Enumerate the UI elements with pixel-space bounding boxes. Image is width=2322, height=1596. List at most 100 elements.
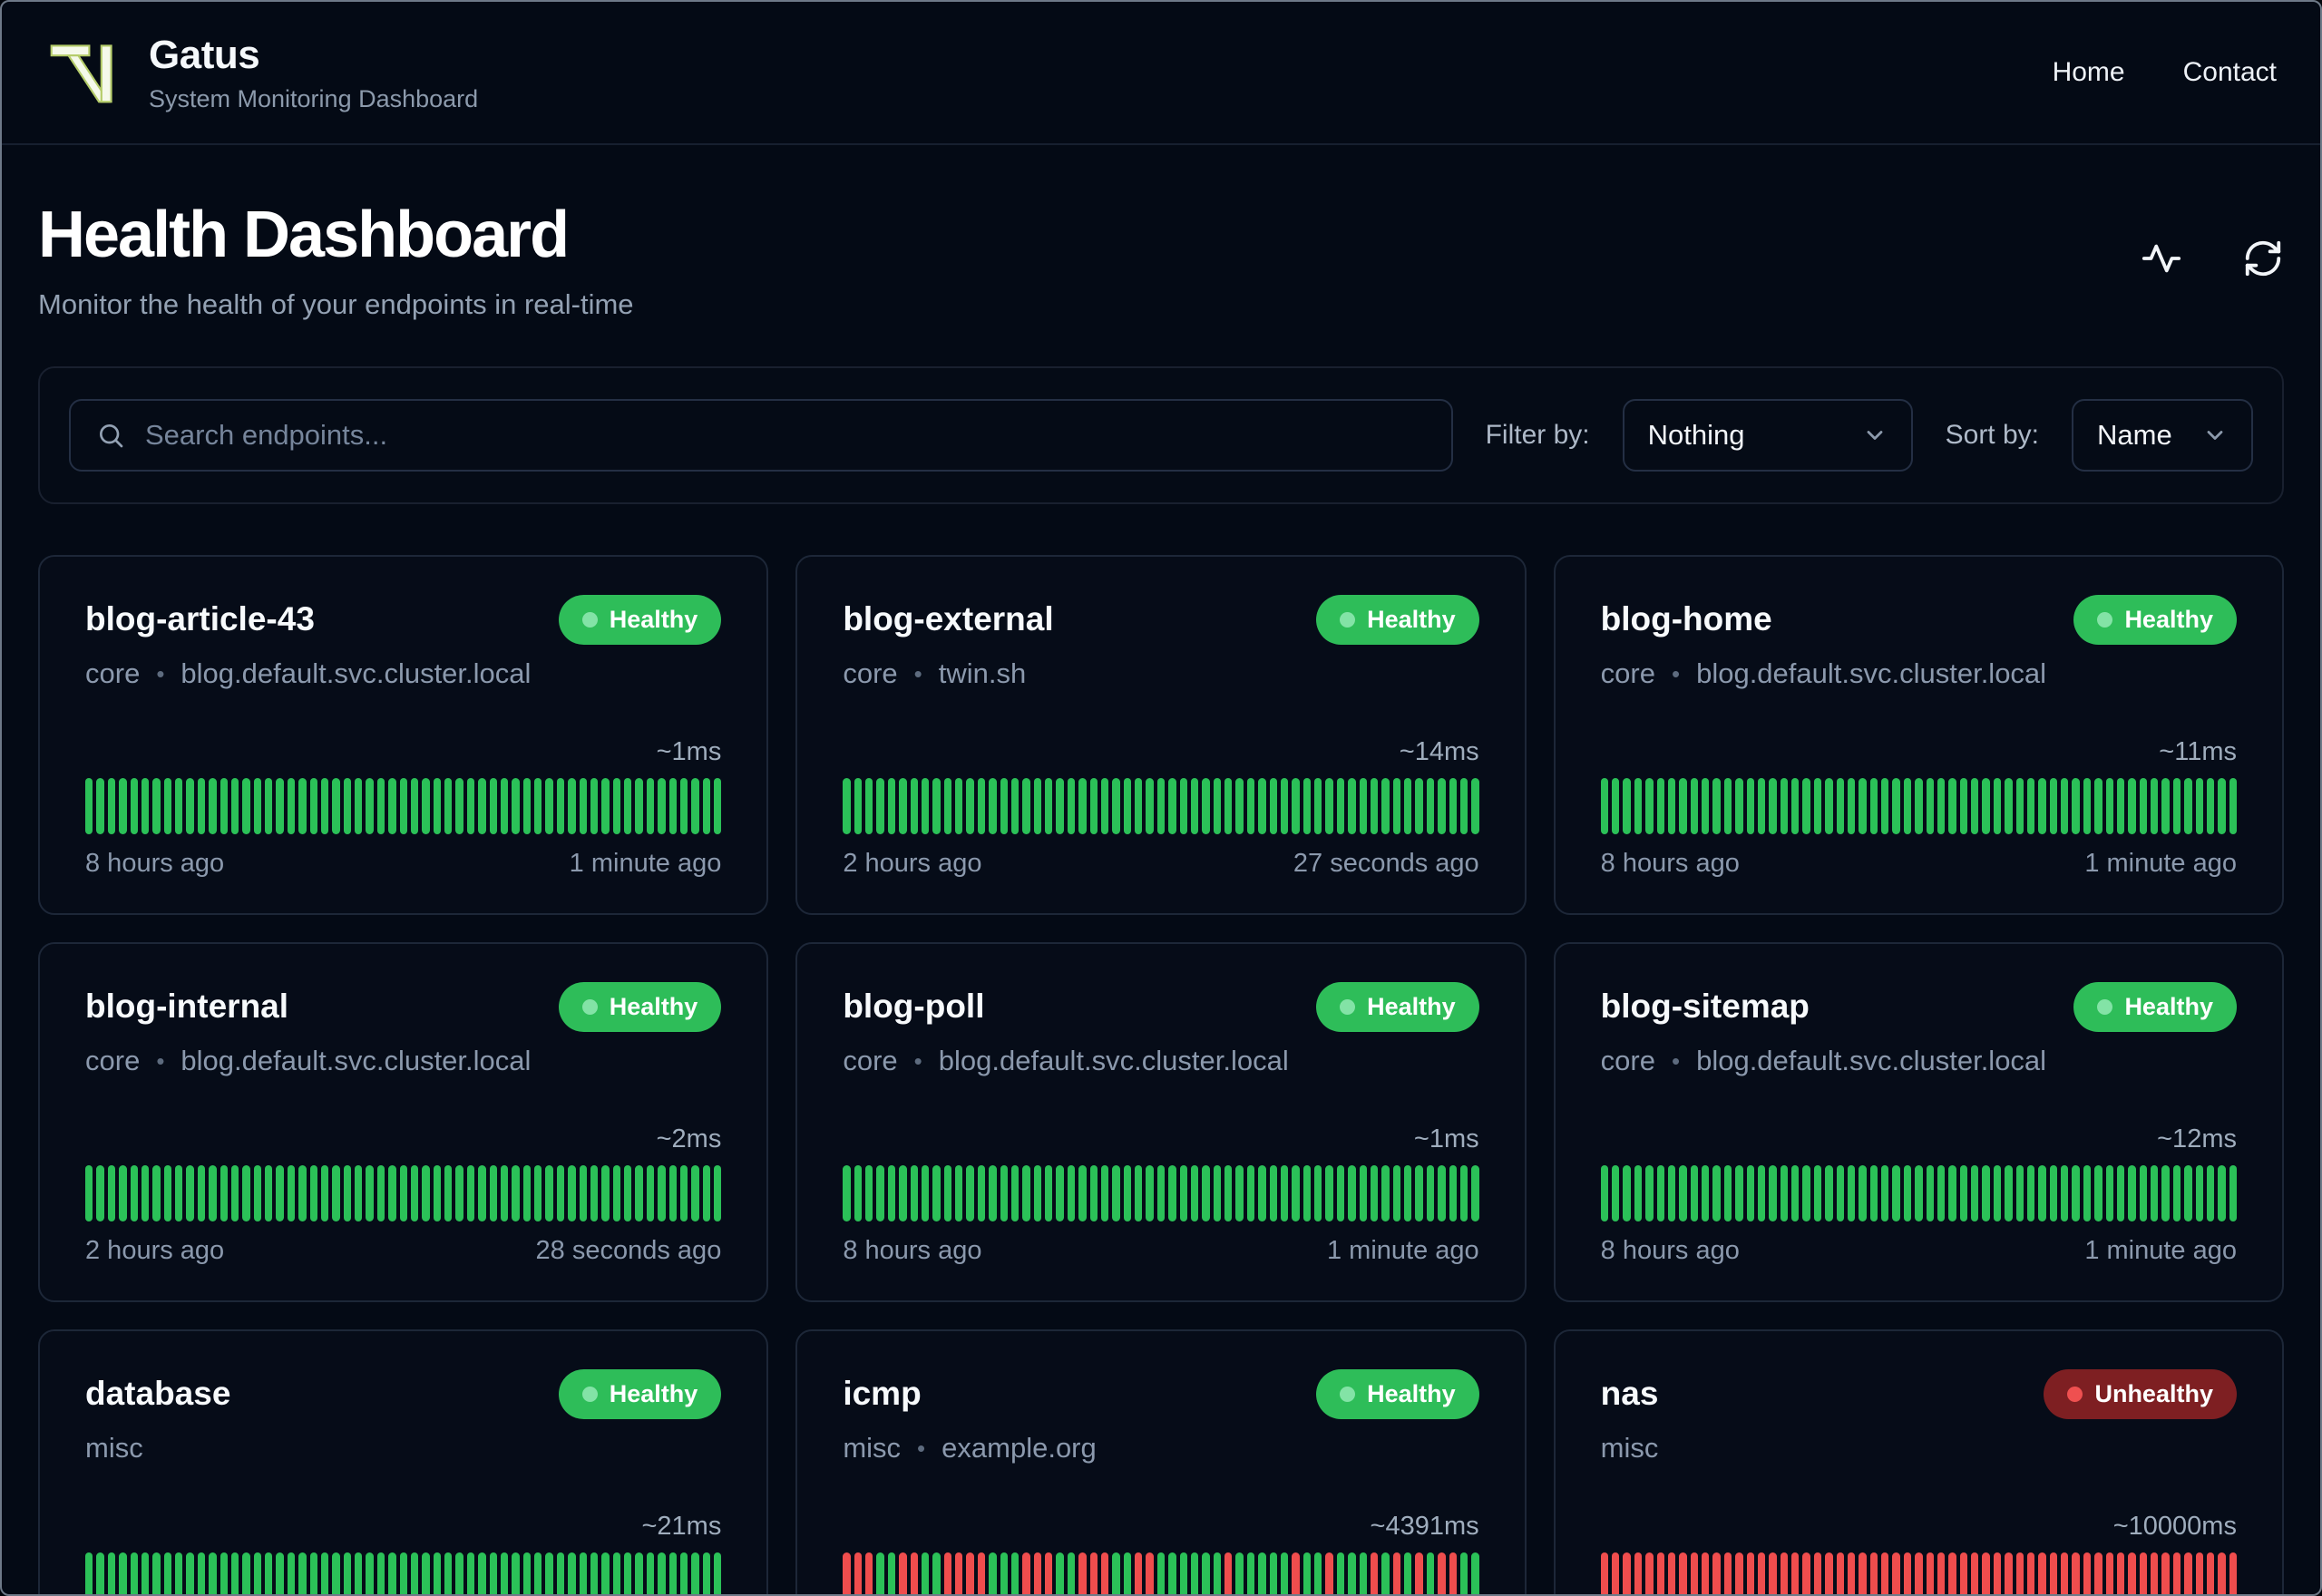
health-bar[interactable]: [343, 1165, 351, 1221]
health-bar[interactable]: [455, 1552, 463, 1594]
health-bar[interactable]: [1948, 778, 1956, 834]
health-bar[interactable]: [119, 1165, 127, 1221]
health-bar[interactable]: [388, 1165, 396, 1221]
health-bar[interactable]: [590, 1165, 599, 1221]
health-bar[interactable]: [2195, 778, 2203, 834]
health-bar[interactable]: [298, 778, 307, 834]
health-bar[interactable]: [265, 1165, 273, 1221]
health-bar[interactable]: [455, 1165, 463, 1221]
health-bar[interactable]: [966, 778, 974, 834]
health-bar[interactable]: [1656, 1165, 1664, 1221]
health-bar[interactable]: [466, 1552, 475, 1594]
health-bar[interactable]: [85, 778, 93, 834]
health-bar[interactable]: [1258, 1552, 1266, 1594]
health-bar[interactable]: [107, 1552, 116, 1594]
health-bar[interactable]: [265, 1552, 273, 1594]
health-bar[interactable]: [1757, 778, 1766, 834]
health-bar[interactable]: [466, 1165, 475, 1221]
health-bar[interactable]: [943, 778, 952, 834]
health-bar[interactable]: [2094, 1552, 2102, 1594]
health-bar[interactable]: [1459, 1165, 1468, 1221]
health-bar[interactable]: [1746, 1552, 1754, 1594]
health-bar[interactable]: [691, 1552, 699, 1594]
health-bar[interactable]: [1656, 778, 1664, 834]
health-bar[interactable]: [1757, 1552, 1766, 1594]
health-bar[interactable]: [2005, 778, 2013, 834]
health-bar[interactable]: [1146, 1552, 1154, 1594]
health-bar[interactable]: [355, 778, 363, 834]
health-bar[interactable]: [2184, 1165, 2192, 1221]
health-bar[interactable]: [500, 778, 509, 834]
health-bar[interactable]: [955, 778, 963, 834]
health-bar[interactable]: [1723, 1165, 1732, 1221]
search-box[interactable]: [69, 399, 1453, 472]
health-bar[interactable]: [1903, 1552, 1912, 1594]
health-bar[interactable]: [612, 1165, 620, 1221]
health-bar[interactable]: [355, 1165, 363, 1221]
health-bar[interactable]: [130, 1165, 138, 1221]
health-bar[interactable]: [556, 778, 565, 834]
endpoint-card[interactable]: nas Unhealthy misc • ~10000ms 8 hours ag…: [1553, 1329, 2284, 1594]
health-bar[interactable]: [1179, 1552, 1187, 1594]
health-bar[interactable]: [854, 1552, 863, 1594]
health-bar[interactable]: [2094, 1165, 2102, 1221]
health-bar[interactable]: [376, 1165, 385, 1221]
health-bar[interactable]: [163, 1165, 171, 1221]
endpoint-card[interactable]: blog-home Healthy core • blog.default.sv…: [1553, 555, 2284, 915]
health-bar[interactable]: [1168, 1165, 1176, 1221]
health-bar[interactable]: [343, 778, 351, 834]
health-bar[interactable]: [2015, 1165, 2024, 1221]
health-bar[interactable]: [220, 1552, 228, 1594]
health-bar[interactable]: [1769, 1552, 1777, 1594]
health-bar[interactable]: [276, 778, 284, 834]
health-bar[interactable]: [1679, 1165, 1687, 1221]
filter-dropdown[interactable]: Nothing: [1622, 399, 1913, 472]
health-bar[interactable]: [1156, 778, 1166, 834]
health-bar[interactable]: [253, 778, 261, 834]
health-bar[interactable]: [1937, 1552, 1946, 1594]
health-bar[interactable]: [1836, 1552, 1844, 1594]
health-bar[interactable]: [2218, 1165, 2226, 1221]
health-bar[interactable]: [2061, 1165, 2069, 1221]
health-bar[interactable]: [1100, 778, 1109, 834]
health-bar[interactable]: [1656, 1552, 1664, 1594]
health-bar[interactable]: [1190, 1552, 1199, 1594]
health-bar[interactable]: [2072, 1165, 2080, 1221]
health-bar[interactable]: [910, 1552, 918, 1594]
health-bar[interactable]: [422, 1165, 430, 1221]
endpoint-card[interactable]: blog-internal Healthy core • blog.defaul…: [38, 942, 769, 1302]
health-bar[interactable]: [556, 1552, 565, 1594]
health-bar[interactable]: [1359, 1552, 1367, 1594]
health-bar[interactable]: [1100, 1552, 1109, 1594]
health-bar[interactable]: [242, 1165, 250, 1221]
health-bar[interactable]: [1359, 778, 1367, 834]
health-bar[interactable]: [96, 1552, 104, 1594]
health-bar[interactable]: [1258, 1165, 1266, 1221]
health-bar[interactable]: [399, 778, 407, 834]
health-bar[interactable]: [714, 1552, 722, 1594]
health-bar[interactable]: [1645, 1552, 1654, 1594]
health-bar[interactable]: [955, 1552, 963, 1594]
health-bar[interactable]: [1292, 778, 1300, 834]
health-bar[interactable]: [1926, 778, 1934, 834]
health-bar[interactable]: [887, 1165, 896, 1221]
health-bar[interactable]: [977, 778, 986, 834]
health-bar[interactable]: [2083, 1165, 2092, 1221]
health-bar[interactable]: [714, 778, 722, 834]
health-bar[interactable]: [1982, 1165, 1990, 1221]
health-bar[interactable]: [1869, 1552, 1878, 1594]
health-bar[interactable]: [943, 1165, 952, 1221]
health-bar[interactable]: [1600, 1165, 1609, 1221]
health-bar[interactable]: [568, 1165, 576, 1221]
health-bar[interactable]: [1190, 778, 1199, 834]
health-bar[interactable]: [1836, 778, 1844, 834]
health-bar[interactable]: [410, 1165, 419, 1221]
health-bar[interactable]: [1213, 1165, 1222, 1221]
health-bar[interactable]: [253, 1165, 261, 1221]
health-bar[interactable]: [399, 1165, 407, 1221]
health-bar[interactable]: [646, 778, 655, 834]
health-bar[interactable]: [2161, 1165, 2170, 1221]
health-bar[interactable]: [343, 1552, 351, 1594]
health-bar[interactable]: [590, 1552, 599, 1594]
health-bar[interactable]: [1612, 1552, 1620, 1594]
